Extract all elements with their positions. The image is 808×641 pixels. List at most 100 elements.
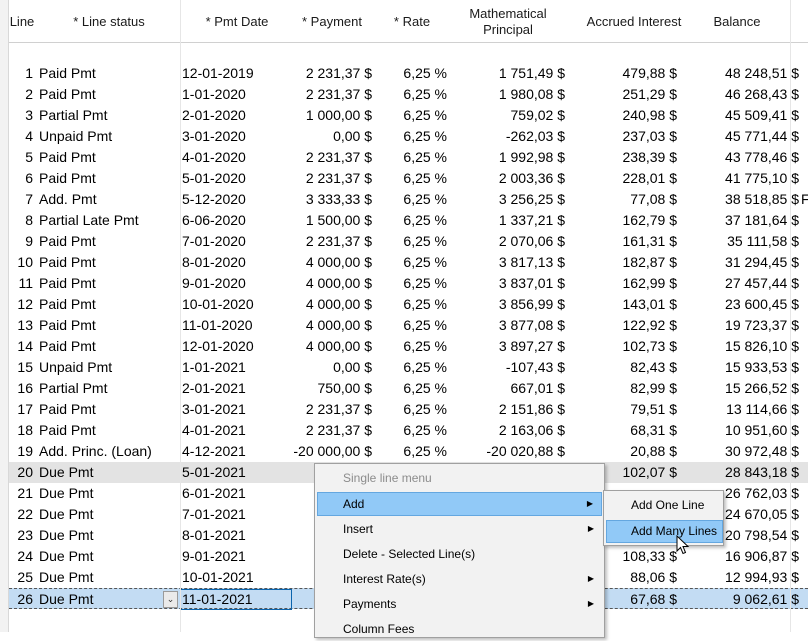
cell-balance[interactable]: 23 600,45 $: [691, 294, 799, 315]
cell-line[interactable]: 4: [9, 126, 33, 147]
table-row[interactable]: 14 Paid Pmt 12-01-2020 4 000,00 $6,25 % 3 89…: [9, 336, 808, 357]
cell-extra[interactable]: [801, 105, 808, 126]
cell-payment[interactable]: 0,00 $: [292, 126, 372, 147]
cell-rate[interactable]: 6,25 %: [377, 441, 447, 462]
cell-interest[interactable]: 82,99 $: [571, 378, 677, 399]
cell-balance[interactable]: 27 457,44 $: [691, 273, 799, 294]
cell-date[interactable]: 5-01-2021: [182, 462, 292, 483]
cell-balance[interactable]: 43 778,46 $: [691, 147, 799, 168]
cell-interest[interactable]: 182,87 $: [571, 252, 678, 273]
status-dropdown-icon[interactable]: ⌄: [163, 591, 178, 608]
cell-principal[interactable]: 667,01 $: [451, 378, 566, 399]
cell-line[interactable]: 24: [9, 546, 33, 567]
cell-line[interactable]: 20: [9, 462, 33, 483]
cell-principal[interactable]: 2 151,86 $: [451, 399, 565, 420]
cell-date[interactable]: 12-01-2020: [182, 336, 292, 357]
cell-balance[interactable]: 45 509,41 $: [691, 105, 799, 126]
cell-principal[interactable]: 3 856,99 $: [451, 294, 565, 315]
cell-rate[interactable]: 6,25 %: [377, 399, 447, 420]
cell-payment[interactable]: 1 000,00 $: [292, 105, 372, 126]
cell-payment[interactable]: 2 231,37 $: [292, 231, 372, 252]
menu-item-interest-rates[interactable]: Interest Rate(s) ▶: [317, 567, 602, 591]
cell-line[interactable]: 15: [9, 357, 33, 378]
cell-date[interactable]: 8-01-2020: [182, 252, 292, 273]
cell-status[interactable]: Due Pmt: [39, 546, 179, 567]
cell-rate[interactable]: 6,25 %: [377, 252, 447, 273]
cell-line[interactable]: 7: [9, 189, 33, 210]
cell-interest[interactable]: 122,92 $: [571, 315, 678, 336]
cell-rate[interactable]: 6,25 %: [377, 357, 447, 378]
cell-principal[interactable]: -107,43 $: [451, 357, 565, 378]
cell-principal[interactable]: 3 897,27 $: [451, 336, 565, 357]
table-row[interactable]: 11 Paid Pmt 9-01-2020 4 000,00 $6,25 % 3 837…: [9, 273, 808, 294]
cell-extra[interactable]: [801, 504, 808, 525]
table-row[interactable]: 4 Unpaid Pmt 3-01-2020 0,00 $6,25 % -262,03 …: [9, 126, 808, 147]
cell-date[interactable]: 8-01-2021: [182, 525, 292, 546]
cell-extra[interactable]: [801, 126, 808, 147]
cell-extra[interactable]: [801, 252, 808, 273]
cell-rate[interactable]: 6,25 %: [377, 420, 447, 441]
cell-payment[interactable]: 2 231,37 $: [292, 420, 372, 441]
cell-interest[interactable]: 143,01 $: [571, 294, 678, 315]
cell-status[interactable]: Partial Pmt: [39, 105, 179, 126]
cell-interest[interactable]: 251,29 $: [571, 84, 678, 105]
cell-status[interactable]: Due Pmt: [39, 567, 179, 588]
cell-date[interactable]: 5-12-2020: [182, 189, 292, 210]
cell-line[interactable]: 5: [9, 147, 33, 168]
cell-rate[interactable]: 6,25 %: [377, 231, 447, 252]
table-row[interactable]: 6 Paid Pmt 5-01-2020 2 231,37 $6,25 % 2 003,…: [9, 168, 808, 189]
cell-extra[interactable]: [801, 168, 808, 189]
cell-status[interactable]: Add. Princ. (Loan): [39, 441, 179, 462]
cell-interest[interactable]: 102,73 $: [571, 336, 678, 357]
cell-interest[interactable]: 77,08 $: [571, 189, 677, 210]
table-row[interactable]: 12 Paid Pmt 10-01-2020 4 000,00 $6,25 % 3 85…: [9, 294, 808, 315]
cell-interest[interactable]: 68,31 $: [571, 420, 677, 441]
cell-status[interactable]: Due Pmt: [39, 504, 179, 525]
cell-balance[interactable]: 19 723,37 $: [691, 315, 799, 336]
cell-date[interactable]: 3-01-2020: [182, 126, 292, 147]
cell-principal[interactable]: 759,02 $: [451, 105, 566, 126]
cell-rate[interactable]: 6,25 %: [377, 126, 447, 147]
cell-principal[interactable]: 2 003,36 $: [451, 168, 565, 189]
cell-payment[interactable]: -20 000,00 $: [292, 441, 372, 462]
menu-item-column-fees[interactable]: Column Fees: [317, 617, 602, 641]
cell-principal[interactable]: 2 163,06 $: [451, 420, 565, 441]
cell-status[interactable]: Due Pmt: [39, 589, 179, 610]
cell-principal[interactable]: -262,03 $: [451, 126, 565, 147]
cell-status[interactable]: Due Pmt: [39, 525, 179, 546]
cell-status[interactable]: Paid Pmt: [39, 84, 179, 105]
cell-balance[interactable]: 10 951,60 $: [691, 420, 799, 441]
cell-principal[interactable]: -20 020,88 $: [451, 441, 565, 462]
cell-status[interactable]: Paid Pmt: [39, 63, 179, 84]
cell-payment[interactable]: 0,00 $: [292, 357, 372, 378]
cell-line[interactable]: 1: [9, 63, 33, 84]
cell-extra[interactable]: [801, 399, 808, 420]
cell-date[interactable]: 2-01-2021: [182, 378, 292, 399]
cell-date[interactable]: 4-01-2020: [182, 147, 292, 168]
cell-line[interactable]: 23: [9, 525, 33, 546]
cell-extra[interactable]: [801, 567, 808, 588]
table-row[interactable]: 17 Paid Pmt 3-01-2021 2 231,37 $6,25 % 2 151…: [9, 399, 808, 420]
row-selector-strip[interactable]: [0, 0, 9, 632]
cell-status[interactable]: Unpaid Pmt: [39, 126, 179, 147]
cell-balance[interactable]: 38 518,85 $: [691, 189, 799, 210]
column-header-payment[interactable]: * Payment: [292, 0, 372, 43]
cell-date[interactable]: 10-01-2020: [182, 294, 292, 315]
cell-status[interactable]: Paid Pmt: [39, 420, 179, 441]
cell-date[interactable]: 10-01-2021: [182, 567, 292, 588]
cell-payment[interactable]: 750,00 $: [292, 378, 373, 399]
cell-line[interactable]: 18: [9, 420, 33, 441]
cell-status[interactable]: Due Pmt: [39, 462, 179, 483]
cell-status[interactable]: Paid Pmt: [39, 315, 179, 336]
cell-balance[interactable]: 13 114,66 $: [691, 399, 799, 420]
cell-line[interactable]: 8: [9, 210, 33, 231]
table-row[interactable]: 13 Paid Pmt 11-01-2020 4 000,00 $6,25 % 3 87…: [9, 315, 808, 336]
cell-interest[interactable]: 161,31 $: [571, 231, 678, 252]
cell-line[interactable]: 25: [9, 567, 33, 588]
cell-extra[interactable]: [801, 441, 808, 462]
cell-status[interactable]: Paid Pmt: [39, 168, 179, 189]
cell-payment[interactable]: 1 500,00 $: [292, 210, 372, 231]
cell-date[interactable]: 3-01-2021: [182, 399, 292, 420]
cell-interest[interactable]: 228,01 $: [571, 168, 678, 189]
cell-line[interactable]: 11: [9, 273, 33, 294]
